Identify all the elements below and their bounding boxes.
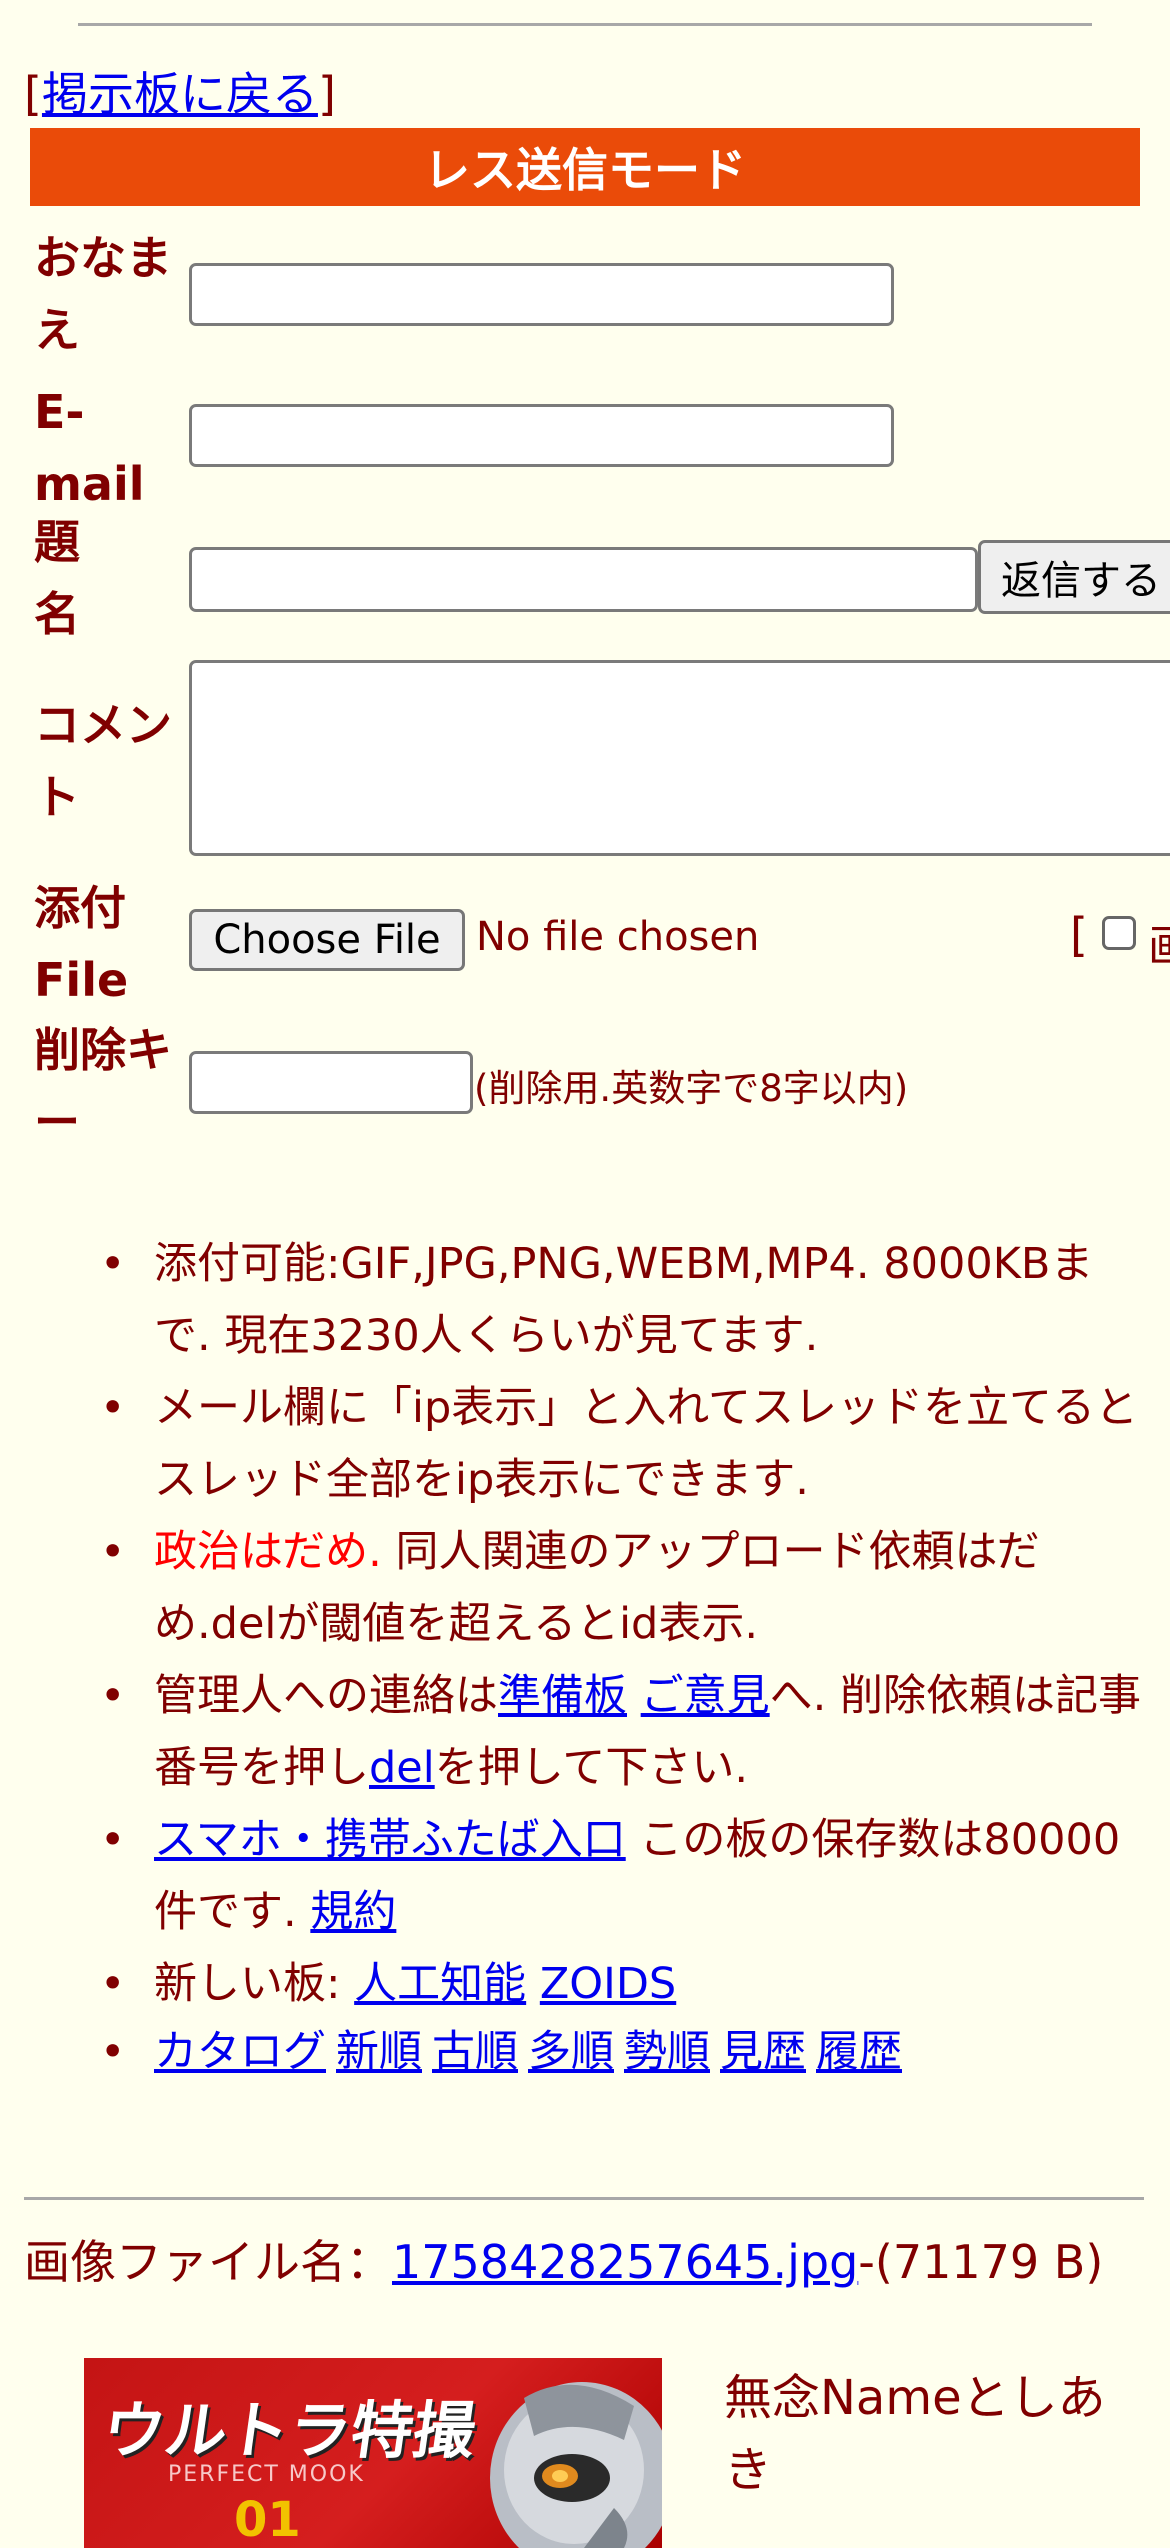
post-name: 無念Nameとしあき <box>724 2370 1106 2498</box>
name-input[interactable] <box>189 263 894 326</box>
reply-mode-header: レス送信モード <box>30 128 1140 206</box>
comment-textarea[interactable] <box>189 660 1170 856</box>
sort-old-link[interactable]: 古順 <box>432 2027 518 2077</box>
top-divider <box>78 23 1092 26</box>
name-label: おなまえ <box>34 231 172 357</box>
delete-key-label: 削除キー <box>34 1023 172 1149</box>
sort-many-link[interactable]: 多順 <box>528 2027 614 2077</box>
info-mobile: スマホ・携帯ふたば入口 この板の保存数は80000件です. 規約 <box>0 1804 1170 1948</box>
image-option-bracket: [ <box>1070 908 1088 962</box>
info-sort-links: カタログ新順古順多順勢順見歴履歴 <box>0 2016 1170 2088</box>
subject-input[interactable] <box>189 547 978 612</box>
sort-momentum-link[interactable]: 勢順 <box>624 2027 710 2077</box>
mobile-entrance-link[interactable]: スマホ・携帯ふたば入口 <box>154 1815 626 1865</box>
viewed-history-link[interactable]: 見歴 <box>720 2027 806 2077</box>
zoids-board-link[interactable]: ZOIDS <box>540 1959 676 2009</box>
info-ip-display: メール欄に「ip表示」と入れてスレッドを立てるとスレッド全部をip表示にできます… <box>0 1372 1170 1516</box>
choose-file-button[interactable]: Choose File <box>189 909 465 971</box>
politics-warning: 政治はだめ. <box>154 1527 382 1577</box>
back-to-board-link[interactable]: 掲示板に戻る <box>42 67 318 121</box>
post-file-info: 画像ファイル名：1758428257645.jpg-(71179 B) <box>24 2235 1104 2289</box>
comment-label: コメント <box>34 698 172 824</box>
opinion-link[interactable]: ご意見 <box>641 1671 770 1721</box>
thread-divider <box>24 2197 1144 2200</box>
thumb-title: ウルトラ特撮 <box>98 2394 481 2467</box>
attach-label: 添付File <box>34 881 129 1007</box>
bracket-open: [ <box>24 67 42 121</box>
info-new-boards: 新しい板: 人工知能 ZOIDS <box>0 1948 1170 2020</box>
reply-submit-button[interactable]: 返信する <box>978 540 1170 614</box>
info-rules: 政治はだめ. 同人関連のアップロード依頼はだめ.delが閾値を超えるとid表示. <box>0 1516 1170 1660</box>
junbi-board-link[interactable]: 準備板 <box>498 1671 627 1721</box>
board-info-list: 添付可能:GIF,JPG,PNG,WEBM,MP4. 8000KBまで. 現在3… <box>0 1228 1170 2088</box>
del-link[interactable]: del <box>369 1743 435 1793</box>
delete-key-note: (削除用.英数字で8字以内) <box>474 1067 909 1110</box>
post-thumbnail[interactable]: ウルトラ特撮 PERFECT MOOK 01 <box>84 2358 662 2548</box>
thumb-number: 01 <box>234 2492 301 2548</box>
bracket-close: ] <box>317 67 336 121</box>
sort-new-link[interactable]: 新順 <box>336 2027 422 2077</box>
catalog-link[interactable]: カタログ <box>154 2027 326 2077</box>
post-history-link[interactable]: 履歴 <box>816 2027 902 2077</box>
terms-link[interactable]: 規約 <box>310 1887 396 1937</box>
delete-key-input[interactable] <box>189 1051 473 1114</box>
file-status-text: No file chosen <box>476 914 760 960</box>
image-option-checkbox[interactable] <box>1102 916 1136 950</box>
image-option-label: 画 <box>1148 910 1170 974</box>
image-file-link[interactable]: 1758428257645.jpg <box>392 2235 858 2289</box>
back-nav: [掲示板に戻る] <box>24 58 336 124</box>
info-contact: 管理人への連絡は準備板 ご意見へ. 削除依頼は記事番号を押しdelを押して下さい… <box>0 1660 1170 1804</box>
subject-label: 題名 <box>34 515 80 641</box>
info-attach-limit: 添付可能:GIF,JPG,PNG,WEBM,MP4. 8000KBまで. 現在3… <box>0 1228 1170 1372</box>
email-label: E-mail <box>34 385 145 511</box>
email-input[interactable] <box>189 404 894 467</box>
robot-helmet-illustration <box>490 2382 662 2548</box>
thumb-subtitle: PERFECT MOOK <box>168 2462 365 2487</box>
ai-board-link[interactable]: 人工知能 <box>354 1959 526 2009</box>
